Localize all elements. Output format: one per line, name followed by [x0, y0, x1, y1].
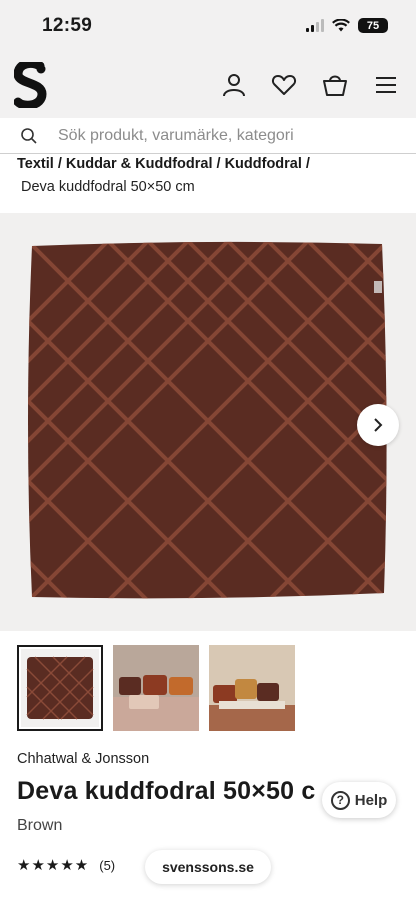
browser-url-bar[interactable]: svenssons.se [145, 850, 271, 884]
product-brand[interactable]: Chhatwal & Jonsson [17, 751, 149, 767]
help-button[interactable]: ? Help [322, 782, 396, 818]
account-icon[interactable] [221, 72, 247, 98]
status-time: 12:59 [42, 15, 93, 36]
thumbnail-1[interactable] [17, 645, 103, 731]
question-mark-icon: ? [330, 790, 350, 810]
product-rating[interactable]: ★★★★★ (5) [17, 856, 115, 874]
battery-icon: 75 [358, 18, 388, 33]
site-header [0, 52, 416, 118]
search-bar [0, 118, 416, 154]
thumbnail-lounge-image [209, 645, 295, 731]
status-bar: 12:59 75 [0, 0, 416, 52]
thumbnail-3[interactable] [209, 645, 295, 731]
thumbnail-strip [17, 645, 295, 731]
thumbnail-2[interactable] [113, 645, 199, 731]
chevron-right-icon [374, 418, 383, 432]
product-title: Deva kuddfodral 50×50 c [17, 777, 316, 805]
help-label: Help [354, 791, 388, 809]
wifi-icon [332, 19, 350, 32]
heart-icon[interactable] [271, 72, 297, 98]
product-image-gallery[interactable] [0, 213, 416, 631]
breadcrumb: Textil / Kuddar & Kuddfodral / Kuddfodra… [17, 154, 407, 197]
breadcrumb-current: Deva kuddfodral 50×50 cm [21, 179, 195, 195]
thumbnail-cushion-image [21, 649, 99, 727]
svenssons-logo[interactable] [14, 62, 48, 108]
gallery-next-button[interactable] [357, 404, 399, 446]
thumbnail-sofa-image [113, 645, 199, 731]
shopping-basket-icon[interactable] [322, 72, 348, 98]
status-icons: 75 [306, 18, 388, 33]
product-image-cushion [28, 241, 387, 599]
menu-icon[interactable] [373, 72, 399, 98]
search-input[interactable] [58, 124, 398, 148]
rating-stars-icon: ★★★★★ [17, 857, 90, 874]
rating-count: (5) [99, 857, 116, 873]
product-color: Brown [17, 817, 63, 834]
cellular-signal-icon [306, 19, 324, 32]
search-icon[interactable] [20, 127, 38, 145]
breadcrumb-path[interactable]: Textil / Kuddar & Kuddfodral / Kuddfodra… [17, 154, 407, 174]
